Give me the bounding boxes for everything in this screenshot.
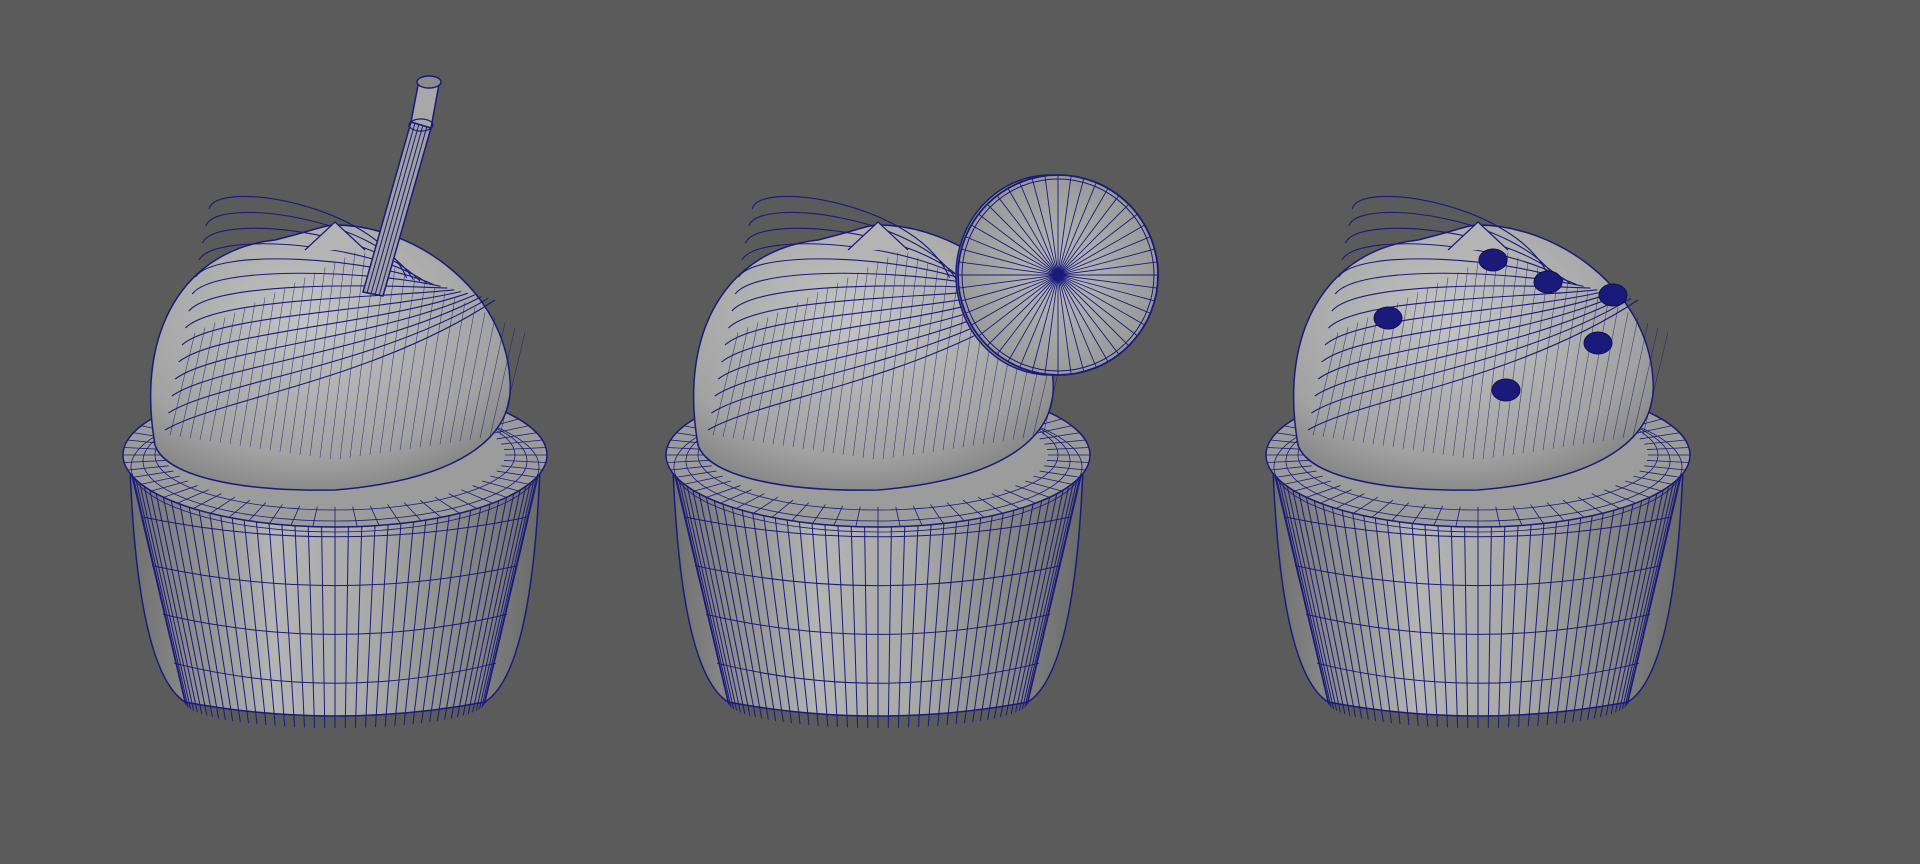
frosting-swirl (149, 195, 526, 491)
cupcake-with-straw[interactable] (122, 75, 548, 728)
cupcake-with-sprinkles[interactable] (1265, 195, 1691, 728)
viewport-canvas[interactable] (0, 0, 1920, 864)
cupcake-with-lemon-slice[interactable] (665, 174, 1159, 728)
lemon-slice-topper (955, 174, 1159, 376)
3d-viewport[interactable] (0, 0, 1920, 864)
